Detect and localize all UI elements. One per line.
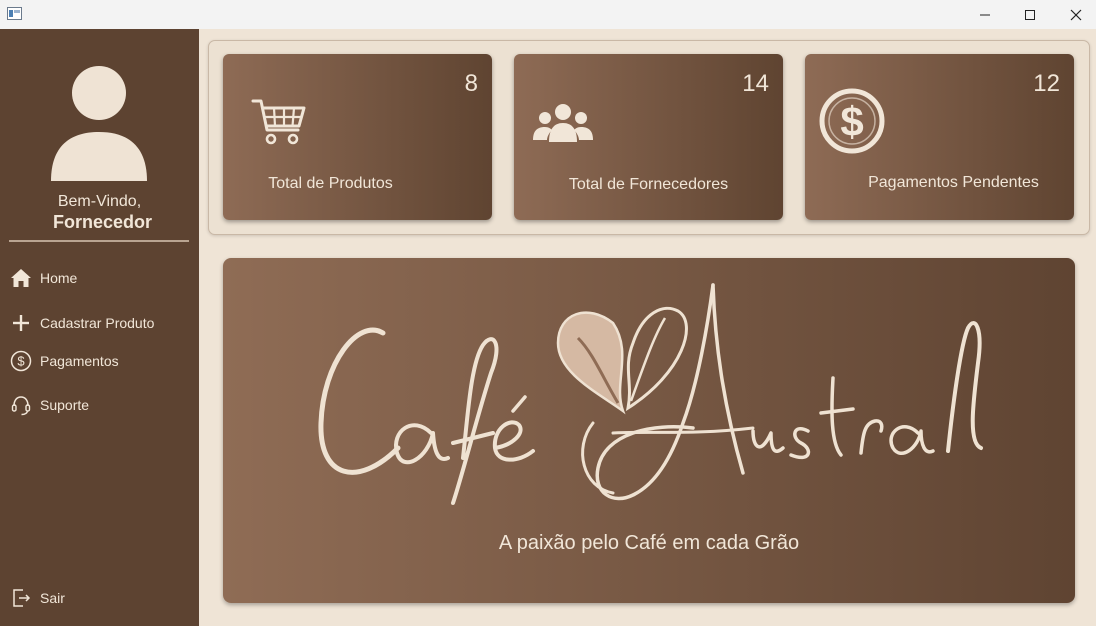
sidebar-item-suporte[interactable]: Suporte	[10, 392, 89, 418]
sidebar-item-label: Cadastrar Produto	[40, 315, 155, 331]
cafe-austral-logo	[318, 283, 983, 505]
card-total-fornecedores[interactable]: 14 Total de Fornecedores	[514, 54, 783, 220]
title-bar	[0, 0, 1096, 29]
card-count: 12	[1033, 70, 1060, 97]
close-button[interactable]	[1053, 0, 1096, 29]
logout-icon	[13, 589, 31, 607]
svg-text:$: $	[17, 354, 25, 369]
card-label: Pagamentos Pendentes	[868, 174, 1039, 191]
cart-icon	[251, 99, 306, 145]
minimize-button[interactable]	[962, 0, 1008, 29]
sidebar-divider	[9, 240, 189, 242]
app-icon	[7, 7, 22, 20]
card-total-produtos[interactable]: 8 Total de Produtos	[223, 54, 492, 220]
close-icon	[1070, 9, 1082, 20]
user-avatar-icon	[51, 66, 147, 181]
sidebar-item-pagamentos[interactable]: $ Pagamentos	[10, 348, 119, 374]
home-icon	[11, 269, 31, 287]
card-count: 8	[464, 70, 478, 97]
card-pagamentos-pendentes[interactable]: 12 $ Pagamentos Pendentes	[805, 54, 1074, 220]
logout-label: Sair	[40, 590, 65, 606]
dollar-circle-icon: $	[819, 88, 885, 154]
card-count: 14	[742, 70, 769, 97]
stats-panel: 8 Total de Produtos 14 Total de Forneced…	[208, 40, 1090, 235]
svg-text:$: $	[840, 98, 863, 145]
plus-icon	[13, 315, 29, 331]
banner-tagline: A paixão pelo Café em cada Grão	[498, 532, 800, 554]
minimize-icon	[980, 14, 990, 15]
sidebar: Bem-Vindo, Fornecedor Home Cadastrar Pro…	[0, 29, 199, 626]
users-icon	[533, 104, 593, 142]
maximize-button[interactable]	[1007, 0, 1053, 29]
card-label: Total de Fornecedores	[568, 176, 729, 193]
card-label: Total de Produtos	[268, 175, 393, 192]
logout-button[interactable]: Sair	[10, 585, 65, 611]
username: Fornecedor	[52, 212, 153, 232]
maximize-icon	[1025, 9, 1035, 20]
dollar-circle-icon: $	[10, 350, 32, 372]
main-content: 8 Total de Produtos 14 Total de Forneced…	[199, 29, 1096, 626]
brand-banner: A paixão pelo Café em cada Grão	[223, 258, 1075, 603]
welcome-text: Bem-Vindo,	[57, 193, 142, 210]
headset-icon	[11, 396, 31, 416]
sidebar-item-home[interactable]: Home	[10, 265, 77, 291]
sidebar-item-cadastrar-produto[interactable]: Cadastrar Produto	[10, 310, 154, 336]
sidebar-item-label: Pagamentos	[40, 353, 119, 369]
sidebar-item-label: Suporte	[40, 397, 90, 413]
sidebar-item-label: Home	[40, 270, 78, 286]
